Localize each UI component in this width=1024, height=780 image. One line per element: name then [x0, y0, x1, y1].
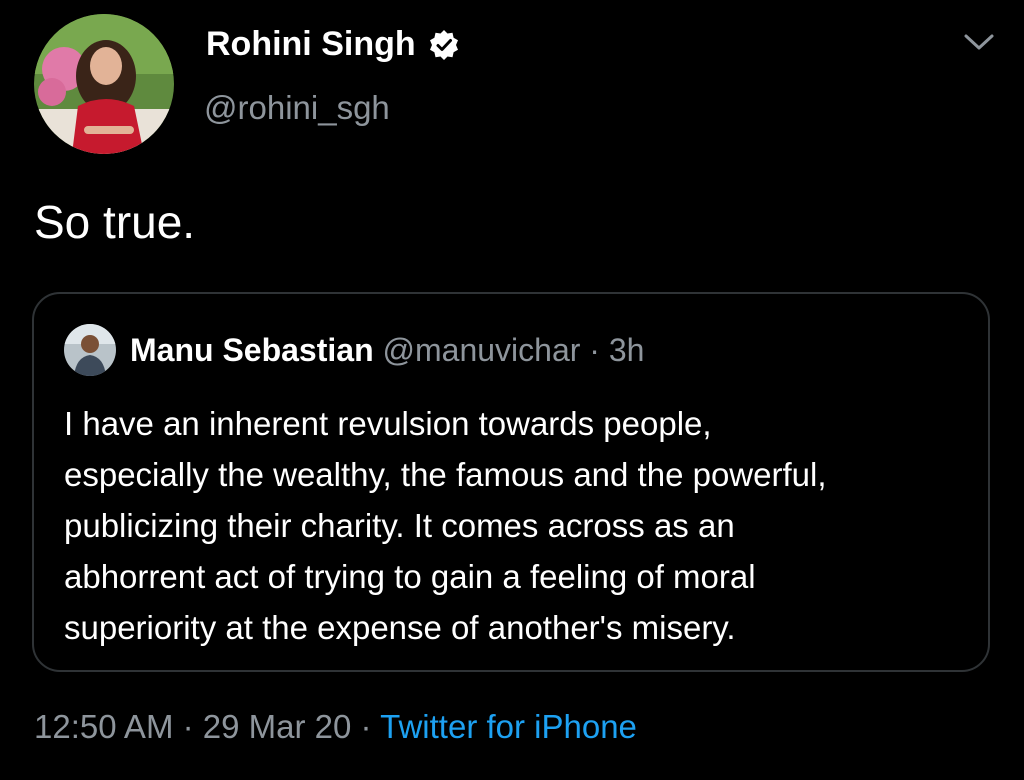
quoted-text-line: superiority at the expense of another's … — [64, 609, 736, 646]
quoted-author-avatar[interactable] — [64, 324, 116, 376]
quoted-text-line: I have an inherent revulsion towards peo… — [64, 405, 712, 442]
quoted-timestamp[interactable]: 3h — [609, 332, 645, 368]
quoted-tweet-text: I have an inherent revulsion towards peo… — [64, 398, 974, 653]
quoted-text-line: especially the wealthy, the famous and t… — [64, 456, 827, 493]
tweet-meta: 12:50 AM · 29 Mar 20 · Twitter for iPhon… — [34, 704, 637, 750]
tweet-date[interactable]: 29 Mar 20 — [203, 708, 352, 745]
quoted-author-handle[interactable]: @manuvichar — [383, 332, 581, 368]
meta-separator: · — [360, 708, 372, 745]
quoted-separator: · — [589, 332, 600, 368]
quoted-author-name[interactable]: Manu Sebastian — [130, 332, 374, 368]
quoted-text-line: abhorrent act of trying to gain a feelin… — [64, 558, 756, 595]
quoted-header: Manu Sebastian @manuvichar · 3h — [130, 328, 644, 372]
author-name[interactable]: Rohini Singh — [206, 22, 416, 66]
tweet-text: So true. — [34, 196, 196, 248]
author-avatar[interactable] — [34, 14, 174, 154]
tweet: Rohini Singh @rohini_sgh So true. Manu S… — [0, 0, 1024, 780]
meta-separator: · — [182, 708, 194, 745]
author-handle[interactable]: @rohini_sgh — [204, 86, 390, 130]
tweet-source-link[interactable]: Twitter for iPhone — [380, 708, 637, 745]
chevron-down-icon[interactable] — [962, 30, 996, 54]
quoted-text-line: publicizing their charity. It comes acro… — [64, 507, 735, 544]
author-name-row[interactable]: Rohini Singh — [206, 22, 460, 66]
verified-badge-icon — [428, 28, 460, 60]
tweet-time[interactable]: 12:50 AM — [34, 708, 173, 745]
quoted-tweet-card[interactable]: Manu Sebastian @manuvichar · 3h I have a… — [32, 292, 990, 672]
